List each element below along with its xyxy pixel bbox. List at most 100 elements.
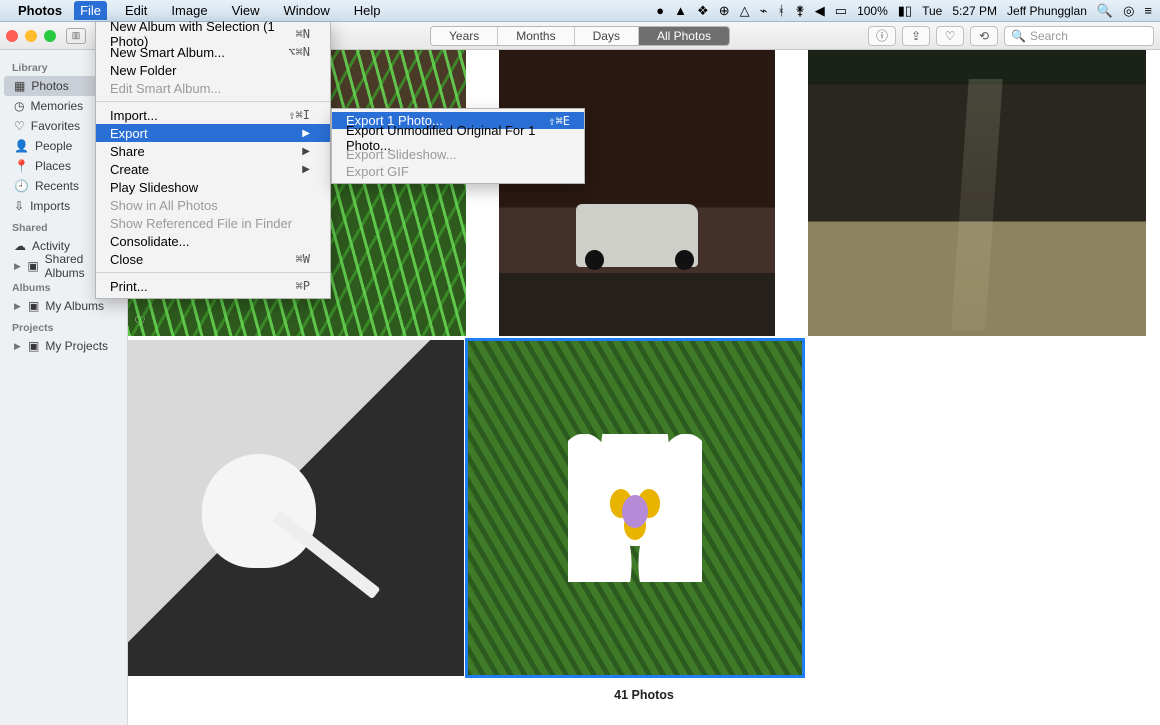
share-button[interactable]: ⇪ (902, 26, 930, 46)
photo-count: 41 Photos (128, 676, 1160, 710)
rotate-button[interactable]: ⟲ (970, 26, 998, 46)
mi-show-referenced: Show Referenced File in Finder (96, 214, 330, 232)
battery-percent[interactable]: 100% (857, 4, 888, 18)
mi-new-album[interactable]: New Album with Selection (1 Photo)⌘N (96, 25, 330, 43)
menu-file[interactable]: File (74, 1, 107, 20)
mi-export-gif: Export GIF (332, 163, 584, 180)
seg-years[interactable]: Years (431, 27, 498, 45)
menu-item-label: Print... (110, 279, 148, 294)
search-placeholder: Search (1030, 29, 1068, 43)
photos-icon: ▦ (14, 79, 25, 93)
view-segmented-control: Years Months Days All Photos (430, 26, 730, 46)
clock-time[interactable]: 5:27 PM (952, 4, 997, 18)
fullscreen-window-button[interactable] (44, 30, 56, 42)
sync-icon[interactable]: ❖ (697, 3, 709, 19)
menu-edit[interactable]: Edit (119, 1, 153, 20)
menu-item-label: Play Slideshow (110, 180, 198, 195)
mi-new-smart-album[interactable]: New Smart Album... ⌥⌘N (96, 43, 330, 61)
volume-icon[interactable]: ◀ (815, 3, 825, 19)
sidebar-item-label: Photos (31, 79, 68, 93)
menu-view[interactable]: View (226, 1, 266, 20)
shortcut: ⌥⌘N (288, 45, 310, 59)
chevron-right-icon[interactable]: ▶ (14, 261, 21, 272)
project-icon: ▣ (28, 339, 39, 353)
pin-icon: 📍 (14, 159, 29, 173)
minimize-window-button[interactable] (25, 30, 37, 42)
album-icon: ▣ (27, 259, 38, 273)
menu-item-label: Close (110, 252, 143, 267)
sidebar-item-label: Activity (32, 239, 70, 253)
close-window-button[interactable] (6, 30, 18, 42)
notifications-icon[interactable]: ≡ (1144, 3, 1152, 18)
triangle-icon[interactable]: △ (740, 3, 750, 19)
sidebar-item-label: People (35, 139, 72, 153)
sidebar-toggle-button[interactable]: ▥ (66, 28, 86, 44)
mi-close[interactable]: Close ⌘W (96, 250, 330, 268)
menu-window[interactable]: Window (278, 1, 336, 20)
favorite-button[interactable]: ♡ (936, 26, 964, 46)
switch-icon[interactable]: ⌁ (760, 3, 768, 19)
heart-icon: ♡ (14, 119, 25, 133)
user-name[interactable]: Jeff Phungglan (1007, 4, 1087, 18)
photo-thumbnail[interactable] (808, 50, 1146, 336)
mi-consolidate[interactable]: Consolidate... (96, 232, 330, 250)
menu-image[interactable]: Image (165, 1, 213, 20)
mi-show-in-all: Show in All Photos (96, 196, 330, 214)
seg-days[interactable]: Days (575, 27, 639, 45)
mi-play-slideshow[interactable]: Play Slideshow (96, 178, 330, 196)
heart-icon[interactable]: ♡ (134, 314, 146, 330)
mi-new-folder[interactable]: New Folder (96, 61, 330, 79)
mi-create[interactable]: Create▶ (96, 160, 330, 178)
mi-import[interactable]: Import...⇧⌘I (96, 106, 330, 124)
person-icon: 👤 (14, 139, 29, 153)
menu-item-label: Export Slideshow... (346, 147, 457, 162)
menu-item-label: New Folder (110, 63, 176, 78)
menu-item-label: Show Referenced File in Finder (110, 216, 292, 231)
shortcut: ⌘W (296, 252, 310, 266)
sidebar-hdr-projects: Projects (0, 316, 127, 336)
battery-icon[interactable]: ▮▯ (898, 3, 912, 19)
wifi-icon[interactable]: ⚵ (795, 3, 805, 19)
chevron-right-icon[interactable]: ▶ (14, 301, 22, 312)
sidebar-item-label: Recents (35, 179, 79, 193)
siri-icon[interactable]: ◎ (1123, 3, 1134, 19)
info-button[interactable]: ⓘ (868, 26, 896, 46)
menu-separator (96, 101, 330, 102)
chevron-right-icon: ▶ (302, 146, 310, 157)
bluetooth-icon[interactable]: ᚼ (777, 3, 785, 18)
photo-thumbnail[interactable] (128, 340, 464, 676)
cloud-icon[interactable]: ▲ (674, 3, 687, 18)
menu-item-label: New Smart Album... (110, 45, 225, 60)
chevron-right-icon: ▶ (302, 164, 310, 175)
shortcut: ⇧⌘I (288, 108, 310, 122)
mi-print[interactable]: Print... ⌘P (96, 277, 330, 295)
mi-export-unmodified[interactable]: Export Unmodified Original For 1 Photo..… (332, 129, 584, 146)
chevron-right-icon[interactable]: ▶ (14, 341, 22, 352)
menu-item-label: Export (110, 126, 148, 141)
display-icon[interactable]: ▭ (835, 3, 847, 19)
sidebar-item-label: Favorites (31, 119, 80, 133)
clock-icon: 🕘 (14, 179, 29, 193)
mi-edit-smart-album: Edit Smart Album... (96, 79, 330, 97)
search-field[interactable]: 🔍 Search (1004, 26, 1154, 46)
spotlight-icon[interactable]: 🔍 (1097, 3, 1113, 19)
shortcut: ⌘P (296, 279, 310, 293)
cloud-icon: ☁ (14, 239, 26, 253)
mi-export[interactable]: Export▶ (96, 124, 330, 142)
menu-separator (96, 272, 330, 273)
photo-thumbnail-selected[interactable] (467, 340, 803, 676)
menubar-right: ● ▲ ❖ ⊕ △ ⌁ ᚼ ⚵ ◀ ▭ 100% ▮▯ Tue 5:27 PM … (656, 3, 1152, 19)
speech-icon[interactable]: ● (656, 3, 664, 18)
memories-icon: ◷ (14, 99, 24, 113)
seg-all-photos[interactable]: All Photos (639, 27, 729, 45)
photo-thumbnail[interactable] (499, 50, 775, 336)
mi-share[interactable]: Share▶ (96, 142, 330, 160)
clock-day[interactable]: Tue (922, 4, 942, 18)
app-name[interactable]: Photos (18, 3, 62, 18)
seg-months[interactable]: Months (498, 27, 574, 45)
file-menu-dropdown: New Album with Selection (1 Photo)⌘N New… (95, 22, 331, 299)
menu-help[interactable]: Help (348, 1, 387, 20)
globe-icon[interactable]: ⊕ (719, 3, 730, 19)
sidebar-item-my-albums[interactable]: ▶▣My Albums (0, 296, 127, 316)
sidebar-item-my-projects[interactable]: ▶▣My Projects (0, 336, 127, 356)
